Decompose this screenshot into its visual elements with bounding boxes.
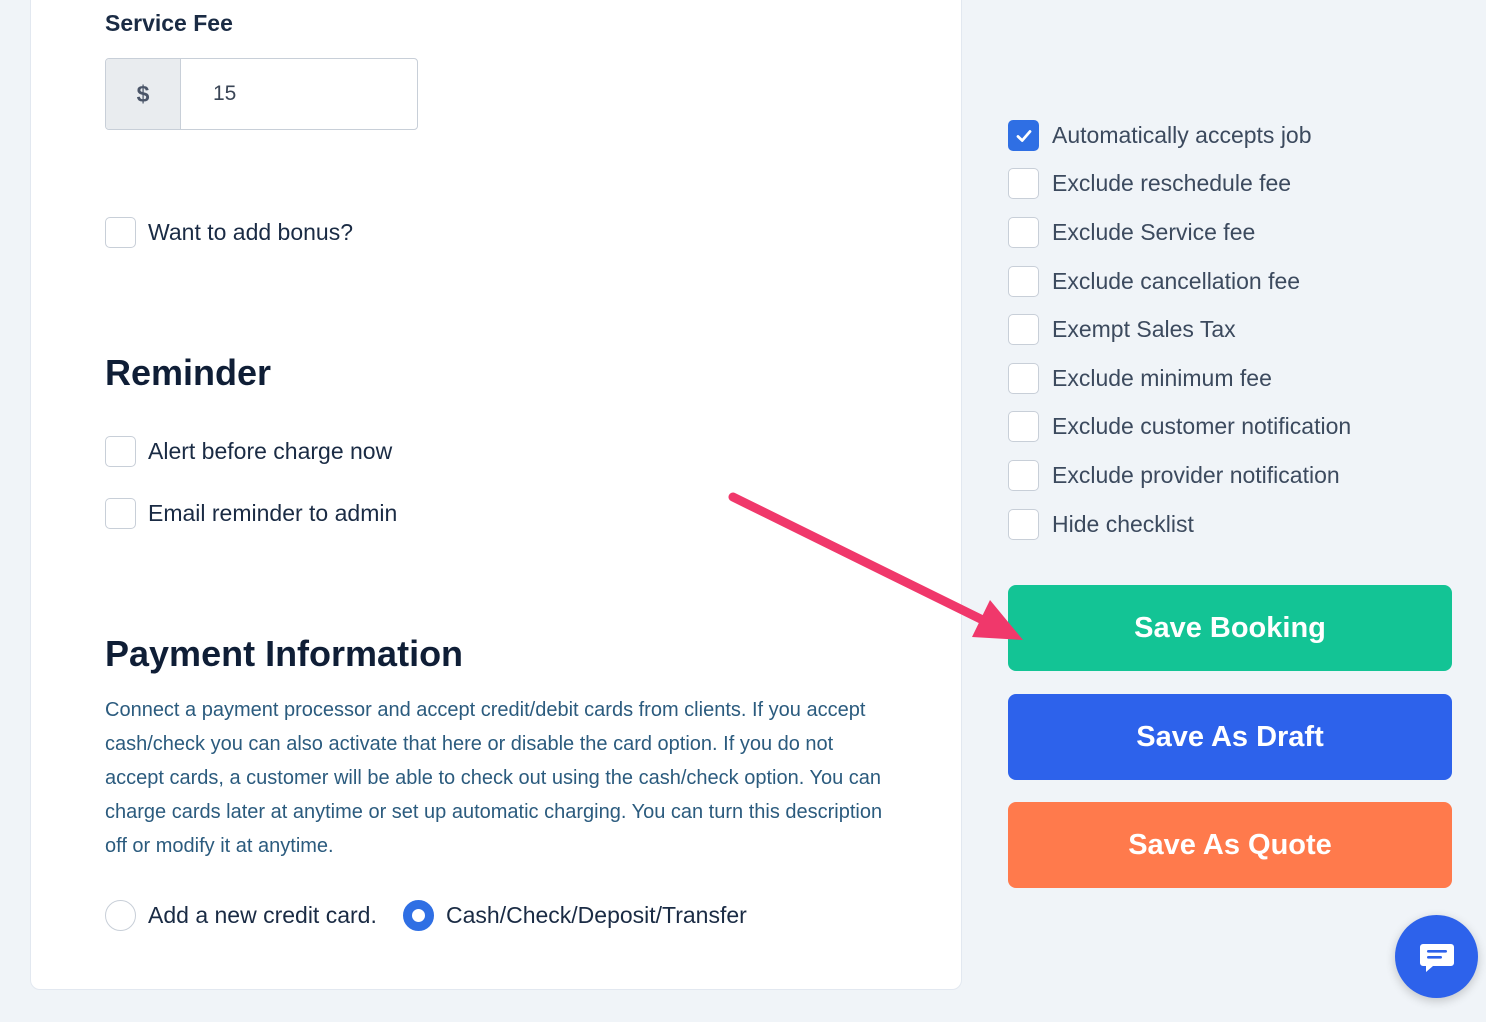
service-fee-input[interactable]: 15 bbox=[181, 59, 417, 129]
service-fee-label: Service Fee bbox=[105, 10, 233, 36]
bonus-label: Want to add bonus? bbox=[148, 219, 354, 245]
exclude-minimum-fee-checkbox[interactable] bbox=[1008, 363, 1039, 394]
option-exclude-minimum-fee[interactable]: Exclude minimum fee bbox=[1008, 363, 1272, 394]
service-fee-input-group[interactable]: $ 15 bbox=[105, 58, 418, 130]
exclude-customer-notification-label: Exclude customer notification bbox=[1052, 413, 1352, 439]
alert-checkbox[interactable] bbox=[105, 436, 136, 467]
exclude-reschedule-label: Exclude reschedule fee bbox=[1052, 170, 1292, 196]
save-draft-button[interactable]: Save As Draft bbox=[1008, 694, 1452, 780]
credit-card-radio[interactable] bbox=[105, 900, 136, 931]
option-exempt-sales-tax[interactable]: Exempt Sales Tax bbox=[1008, 314, 1236, 345]
option-exclude-cancellation[interactable]: Exclude cancellation fee bbox=[1008, 266, 1300, 297]
credit-card-label: Add a new credit card. bbox=[148, 902, 377, 928]
auto-accept-checkbox[interactable] bbox=[1008, 120, 1039, 151]
option-exclude-provider-notification[interactable]: Exclude provider notification bbox=[1008, 460, 1340, 491]
exclude-cancellation-checkbox[interactable] bbox=[1008, 266, 1039, 297]
exclude-provider-notification-label: Exclude provider notification bbox=[1052, 462, 1340, 488]
check-icon bbox=[1016, 129, 1031, 142]
hide-checklist-label: Hide checklist bbox=[1052, 511, 1194, 537]
exclude-cancellation-label: Exclude cancellation fee bbox=[1052, 268, 1301, 294]
booking-page: Service Fee $ 15 Want to add bonus? Remi… bbox=[0, 0, 1486, 1022]
option-hide-checklist[interactable]: Hide checklist bbox=[1008, 509, 1194, 540]
currency-addon: $ bbox=[106, 59, 181, 129]
exclude-customer-notification-checkbox[interactable] bbox=[1008, 411, 1039, 442]
option-auto-accept[interactable]: Automatically accepts job bbox=[1008, 120, 1312, 151]
reminder-option-alert[interactable]: Alert before charge now bbox=[105, 436, 392, 467]
option-exclude-customer-notification[interactable]: Exclude customer notification bbox=[1008, 411, 1351, 442]
exempt-sales-tax-label: Exempt Sales Tax bbox=[1052, 316, 1236, 342]
exclude-service-fee-label: Exclude Service fee bbox=[1052, 219, 1256, 245]
save-booking-button[interactable]: Save Booking bbox=[1008, 585, 1452, 671]
bonus-checkbox[interactable] bbox=[105, 217, 136, 248]
save-quote-button[interactable]: Save As Quote bbox=[1008, 802, 1452, 888]
hide-checklist-checkbox[interactable] bbox=[1008, 509, 1039, 540]
payment-method-credit-card[interactable]: Add a new credit card. bbox=[105, 900, 377, 931]
alert-label: Alert before charge now bbox=[148, 438, 393, 464]
chat-icon bbox=[1419, 943, 1454, 972]
option-exclude-service-fee[interactable]: Exclude Service fee bbox=[1008, 217, 1255, 248]
exclude-reschedule-checkbox[interactable] bbox=[1008, 168, 1039, 199]
exclude-service-fee-checkbox[interactable] bbox=[1008, 217, 1039, 248]
payment-method-cash[interactable]: Cash/Check/Deposit/Transfer bbox=[403, 900, 747, 931]
reminder-option-email[interactable]: Email reminder to admin bbox=[105, 498, 397, 529]
cash-radio[interactable] bbox=[403, 900, 434, 931]
exclude-minimum-fee-label: Exclude minimum fee bbox=[1052, 365, 1272, 391]
exclude-provider-notification-checkbox[interactable] bbox=[1008, 460, 1039, 491]
payment-description: Connect a payment processor and accept c… bbox=[105, 699, 883, 857]
auto-accept-label: Automatically accepts job bbox=[1052, 122, 1312, 148]
cash-label: Cash/Check/Deposit/Transfer bbox=[446, 902, 747, 928]
bonus-checkbox-row[interactable]: Want to add bonus? bbox=[105, 217, 353, 248]
payment-title: Payment Information bbox=[105, 633, 464, 674]
email-reminder-checkbox[interactable] bbox=[105, 498, 136, 529]
email-reminder-label: Email reminder to admin bbox=[148, 500, 398, 526]
option-exclude-reschedule[interactable]: Exclude reschedule fee bbox=[1008, 168, 1291, 199]
chat-launcher-button[interactable] bbox=[1395, 915, 1478, 998]
exempt-sales-tax-checkbox[interactable] bbox=[1008, 314, 1039, 345]
reminder-title: Reminder bbox=[105, 352, 272, 393]
